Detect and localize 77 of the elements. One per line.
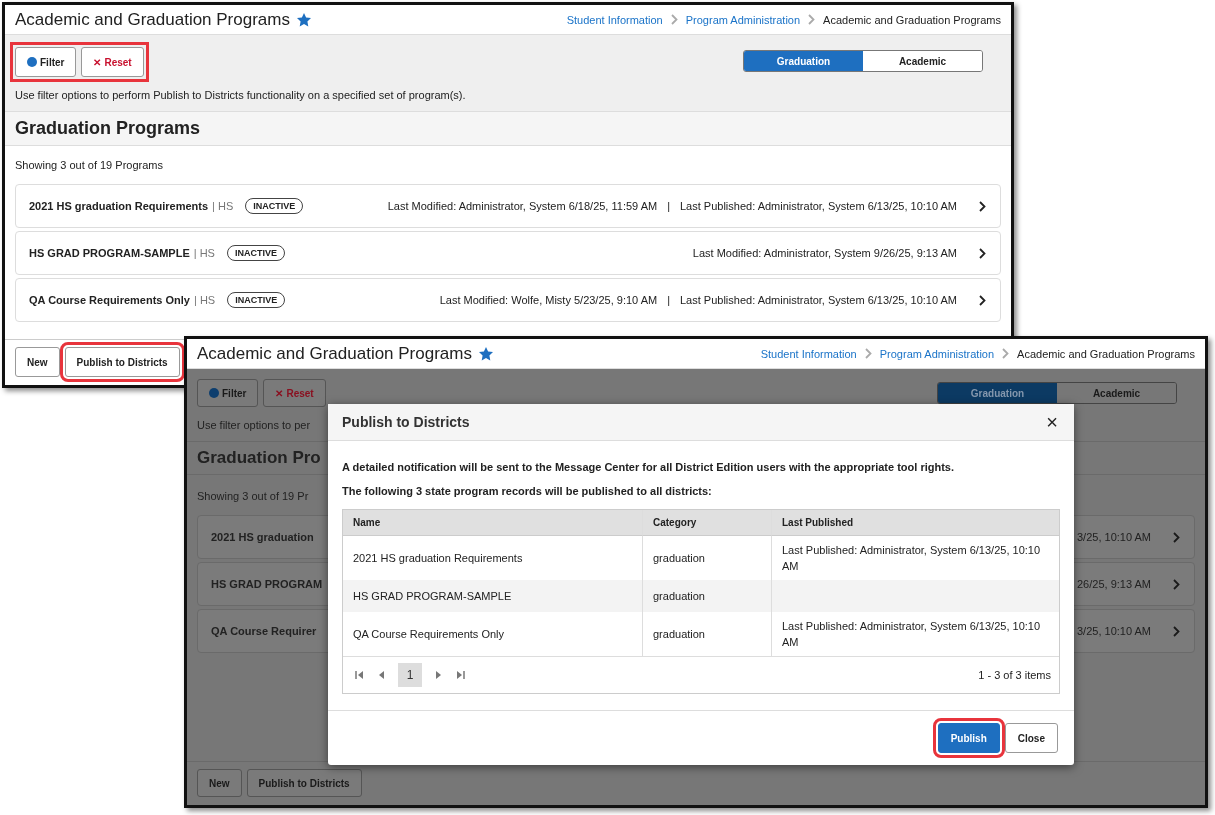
chevron-right-icon [1173, 531, 1180, 543]
meta-text: 3/25, 10:10 AM [1077, 531, 1151, 543]
table-cell-text: graduation [653, 627, 705, 642]
table-cell-text: HS GRAD PROGRAM-SAMPLE [353, 589, 512, 604]
close-button[interactable]: × [1044, 412, 1060, 432]
next-page-icon [436, 671, 442, 679]
program-row[interactable]: QA Course Requirements Only | HS INACTIVE Last Modified: Wolfe, Misty 5/23/25, 9:10 AM | Last Published: Administrator, System 6/13/25, 10:10 AM [15, 278, 1001, 322]
chevron-right-icon [1173, 578, 1180, 590]
program-row[interactable]: 2021 HS graduation Requirements | HS INACTIVE Last Modified: Administrator, System 6/18/25, 11:59 AM | Last Published: Administrator, System 6/13/25, 10:10 AM [15, 184, 1001, 228]
filter-button[interactable]: Filter [15, 47, 77, 77]
meta-text: Last Modified: Administrator, System 9/26/25, 9:13 AM [692, 247, 957, 259]
program-name: QA Course Requirements Only [29, 294, 190, 306]
notice-text: The following 3 state program records will be published to all districts: [342, 485, 713, 497]
program-name: HS GRAD PROGRAM-SAMPLE [29, 247, 190, 259]
reset-button[interactable]: ✕ Reset [81, 47, 144, 77]
column-header: Last Published [771, 510, 1059, 536]
meta-text: | [667, 200, 670, 212]
section-title: Graduation Pro [197, 448, 321, 467]
breadcrumb-current: Academic and Graduation Programs [1017, 347, 1195, 360]
table-cell-text: Last Published: Administrator, System 6/13/25, 10:10 AM [782, 543, 1042, 574]
program-row[interactable]: HS GRAD PROGRAM-SAMPLE | HS INACTIVE Last Modified: Administrator, System 9/26/25, 9:13 AM [15, 231, 1001, 275]
column-header: Name [343, 510, 642, 536]
meta-text: Last Modified: Administrator, System 6/18/25, 11:59 AM [387, 200, 658, 212]
chevron-right-icon [979, 247, 986, 259]
count-text: Showing 3 out of 19 Pr [197, 490, 309, 502]
chevron-right-icon [979, 294, 986, 306]
program-name: 2021 HS graduation [211, 531, 314, 543]
view-tab[interactable]: Graduation [744, 51, 863, 71]
grade-label: | HS [212, 200, 234, 212]
view-tab[interactable]: Graduation [938, 383, 1057, 403]
hint-text: Use filter options to per [197, 419, 311, 431]
meta-text: 3/25, 10:10 AM [1077, 625, 1151, 637]
page-title: Academic and Graduation Programs [197, 343, 472, 364]
program-name: 2021 HS graduation Requirements [29, 200, 209, 212]
notice-text: A detailed notification will be sent to the Message Center for all District Edition users with the appropriate tool rights. [342, 461, 955, 473]
last-page-icon [456, 671, 465, 679]
program-name: QA Course Requirer [211, 625, 317, 637]
table-cell-text: graduation [653, 551, 705, 566]
section-title: Graduation Programs [15, 118, 201, 138]
page-title: Academic and Graduation Programs [15, 9, 290, 30]
chevron-right-icon [979, 200, 986, 212]
meta-text: Last Modified: Wolfe, Misty 5/23/25, 9:10 AM [439, 294, 658, 306]
first-page-icon [355, 671, 364, 679]
program-name: HS GRAD PROGRAM [211, 578, 323, 590]
grade-label: | HS [193, 247, 215, 259]
meta-text: Last Published: Administrator, System 6/13/25, 10:10 AM [680, 200, 957, 212]
footer-button[interactable]: New [15, 347, 60, 377]
table-cell-text: 2021 HS graduation Requirements [353, 551, 523, 566]
meta-text: | [667, 294, 670, 306]
footer-button[interactable]: Publish to Districts [246, 769, 362, 797]
pager-summary: 1 - 3 of 3 items [978, 669, 1051, 681]
breadcrumb-link[interactable]: Program Administration [879, 347, 995, 360]
chevron-right-icon [1173, 625, 1180, 637]
page-button[interactable]: 1 [398, 663, 422, 687]
breadcrumb-link[interactable]: Program Administration [685, 13, 801, 26]
table-cell-text: Last Published: Administrator, System 6/13/25, 10:10 AM [782, 619, 1042, 650]
chevron-right-icon [1002, 348, 1010, 359]
breadcrumb-current: Academic and Graduation Programs [823, 13, 1001, 26]
meta-text: 26/25, 9:13 AM [1077, 578, 1151, 590]
grade-label: | HS [193, 294, 216, 306]
meta-text: Last Published: Administrator, System 6/13/25, 10:10 AM [680, 294, 957, 306]
view-tab[interactable]: Academic [863, 51, 982, 71]
chevron-right-icon [864, 348, 872, 359]
previous-page-icon [378, 671, 384, 679]
chevron-right-icon [808, 14, 816, 25]
filter-button[interactable]: Filter [197, 379, 259, 407]
column-header: Category [642, 510, 771, 536]
chevron-right-icon [670, 14, 678, 25]
breadcrumb-link[interactable]: Student Information [566, 13, 663, 26]
table-cell-text: graduation [653, 589, 705, 604]
hint-text: Use filter options to perform Publish to Districts functionality on a specified set of program(s). [15, 89, 466, 101]
table-cell-text: QA Course Requirements Only [353, 627, 504, 642]
count-text: Showing 3 out of 19 Programs [15, 159, 163, 171]
close-button[interactable]: Close [1004, 723, 1058, 753]
footer-button[interactable]: New [197, 769, 242, 797]
dialog-title: Publish to Districts [342, 414, 470, 430]
breadcrumb-link[interactable]: Student Information [760, 347, 857, 360]
